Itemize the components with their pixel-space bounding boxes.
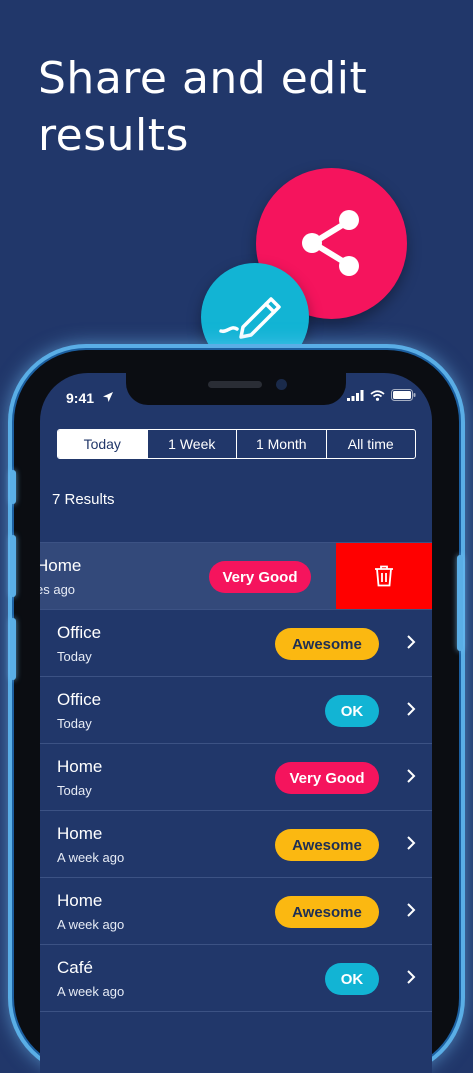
list-item[interactable]: Office Today OK bbox=[40, 677, 432, 744]
list-item[interactable]: Home A week ago Awesome bbox=[40, 811, 432, 878]
row-subtitle: Today bbox=[57, 649, 92, 664]
list-item[interactable]: Home A week ago Awesome bbox=[40, 878, 432, 945]
segment-1-week[interactable]: 1 Week bbox=[146, 430, 237, 458]
rating-badge: OK bbox=[325, 695, 379, 727]
status-time: 9:41 bbox=[66, 390, 95, 406]
segment-1-month[interactable]: 1 Month bbox=[236, 430, 326, 458]
status-icons bbox=[347, 389, 416, 401]
speaker bbox=[208, 381, 262, 388]
notch bbox=[126, 373, 346, 405]
chevron-right-icon bbox=[407, 769, 416, 783]
row-title: Café bbox=[57, 958, 93, 977]
row-subtitle: Today bbox=[57, 783, 92, 798]
segment-all-time[interactable]: All time bbox=[325, 430, 416, 458]
row-title: Home bbox=[57, 824, 103, 843]
row-title: Office bbox=[57, 623, 102, 642]
list-item[interactable]: Café A week ago OK bbox=[40, 945, 432, 1012]
list-item[interactable]: Home Today Very Good bbox=[40, 744, 432, 811]
time-range-segmented-control: Today 1 Week 1 Month All time bbox=[57, 429, 416, 459]
list-item[interactable]: Office Today Awesome bbox=[40, 610, 432, 677]
row-title: Office bbox=[57, 690, 102, 709]
results-count: 7 Results bbox=[52, 491, 115, 508]
delete-button[interactable] bbox=[336, 543, 432, 609]
row-subtitle: Today bbox=[57, 716, 92, 731]
row-subtitle: es ago bbox=[40, 582, 76, 597]
rating-badge: Awesome bbox=[275, 829, 379, 861]
row-subtitle: A week ago bbox=[57, 984, 125, 999]
segment-today[interactable]: Today bbox=[58, 430, 147, 458]
phone-side-button bbox=[10, 470, 16, 504]
camera bbox=[276, 379, 287, 390]
headline: Share and edit results bbox=[38, 50, 458, 164]
chevron-right-icon bbox=[407, 702, 416, 716]
headline-line-1: Share and edit bbox=[38, 53, 368, 104]
chevron-right-icon bbox=[407, 970, 416, 984]
headline-line-2: results bbox=[38, 110, 189, 161]
wifi-icon bbox=[370, 389, 385, 401]
row-subtitle: A week ago bbox=[57, 917, 125, 932]
rating-badge: Awesome bbox=[275, 628, 379, 660]
rating-badge: Very Good bbox=[209, 561, 311, 593]
chevron-right-icon bbox=[407, 836, 416, 850]
chevron-right-icon bbox=[407, 635, 416, 649]
rating-badge: Awesome bbox=[275, 896, 379, 928]
chevron-right-icon bbox=[407, 903, 416, 917]
rating-badge: Very Good bbox=[275, 762, 379, 794]
phone-side-button bbox=[457, 555, 463, 651]
row-title: Home bbox=[40, 556, 82, 575]
rating-badge: OK bbox=[325, 963, 379, 995]
phone-side-button bbox=[10, 535, 16, 597]
results-list: Home es ago Very Good Office Today bbox=[40, 542, 432, 1012]
phone-side-button bbox=[10, 618, 16, 680]
row-title: Home bbox=[57, 757, 103, 776]
trash-icon bbox=[375, 565, 393, 587]
location-arrow-icon bbox=[103, 392, 113, 402]
battery-icon bbox=[391, 389, 416, 401]
list-item[interactable]: Home es ago Very Good bbox=[40, 542, 432, 610]
phone-screen: 9:41 Today 1 Week 1 Month All time 7 Res… bbox=[40, 373, 432, 1073]
row-title: Home bbox=[57, 891, 103, 910]
row-subtitle: A week ago bbox=[57, 850, 125, 865]
cellular-signal-icon bbox=[347, 389, 364, 401]
